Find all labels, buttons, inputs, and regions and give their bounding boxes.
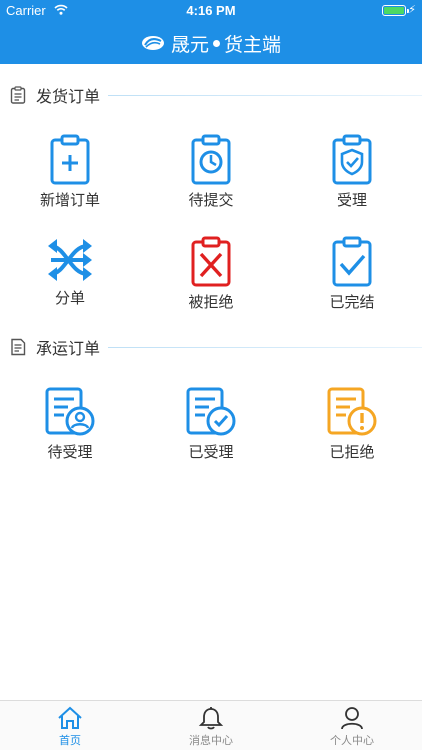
section-header-shipping-orders: 发货订单 <box>0 83 422 107</box>
clipboard-list-icon <box>10 86 26 104</box>
grid-item-split-order[interactable]: 分单 <box>0 236 140 322</box>
grid-item-label: 受理 <box>336 191 367 209</box>
grid-item-pending-accept[interactable]: 待受理 <box>0 386 140 472</box>
section-header-carrier-orders: 承运订单 <box>0 335 422 359</box>
grid-item-label: 新增订单 <box>39 191 100 209</box>
grid-item-label: 已拒绝 <box>329 443 375 461</box>
tab-label: 首页 <box>59 734 81 747</box>
grid-item-label: 待提交 <box>188 191 234 209</box>
status-time: 4:16 PM <box>186 3 236 18</box>
grid-item-label: 待受理 <box>47 443 93 461</box>
grid-item-refused[interactable]: 已拒绝 <box>282 386 422 472</box>
section-divider <box>108 346 422 348</box>
nav-bar: 晟元 货主端 <box>0 22 422 64</box>
grid-item-label: 被拒绝 <box>188 293 234 311</box>
app-subtitle: 货主端 <box>224 33 282 56</box>
grid-item-accept[interactable]: 受理 <box>282 134 422 220</box>
title-separator-dot <box>213 39 220 47</box>
shuffle-arrows-icon <box>48 239 92 281</box>
grid-item-accepted[interactable]: 已受理 <box>141 386 281 472</box>
grid-item-new-order[interactable]: 新增订单 <box>0 134 140 220</box>
home-icon <box>58 706 82 729</box>
clipboard-plus-icon <box>50 134 90 185</box>
brand-logo-icon <box>141 36 164 50</box>
clipboard-check-icon <box>332 236 372 287</box>
person-icon <box>341 707 363 730</box>
app-title: 晟元 <box>170 33 209 56</box>
grid-item-label: 已完结 <box>329 293 375 311</box>
section-title: 发货订单 <box>36 87 101 106</box>
clipboard-shield-icon <box>332 134 372 185</box>
grid-item-label: 分单 <box>54 289 85 307</box>
grid-item-pending-submit[interactable]: 待提交 <box>141 134 281 220</box>
battery-icon <box>382 5 409 16</box>
status-bar: Carrier 4:16 PM ⚡ <box>0 0 422 22</box>
document-list-icon <box>11 338 26 356</box>
grid-item-label: 已受理 <box>188 443 234 461</box>
tab-messages[interactable]: 消息中心 <box>141 701 281 750</box>
section-title: 承运订单 <box>36 339 101 358</box>
section-divider <box>108 94 422 96</box>
document-person-icon <box>45 387 95 436</box>
document-check-icon <box>186 387 236 436</box>
tab-label: 个人中心 <box>330 734 374 747</box>
clipboard-x-icon <box>191 236 231 287</box>
tab-home[interactable]: 首页 <box>0 701 140 750</box>
clipboard-clock-icon <box>191 134 231 185</box>
tab-label: 消息中心 <box>189 734 233 747</box>
tab-bar: 首页 消息中心 个人中心 <box>0 700 422 750</box>
grid-item-completed[interactable]: 已完结 <box>282 236 422 322</box>
charging-icon: ⚡ <box>408 3 416 16</box>
document-alert-icon <box>327 387 377 436</box>
bell-icon <box>198 707 224 730</box>
grid-item-rejected[interactable]: 被拒绝 <box>141 236 281 322</box>
tab-profile[interactable]: 个人中心 <box>282 701 422 750</box>
